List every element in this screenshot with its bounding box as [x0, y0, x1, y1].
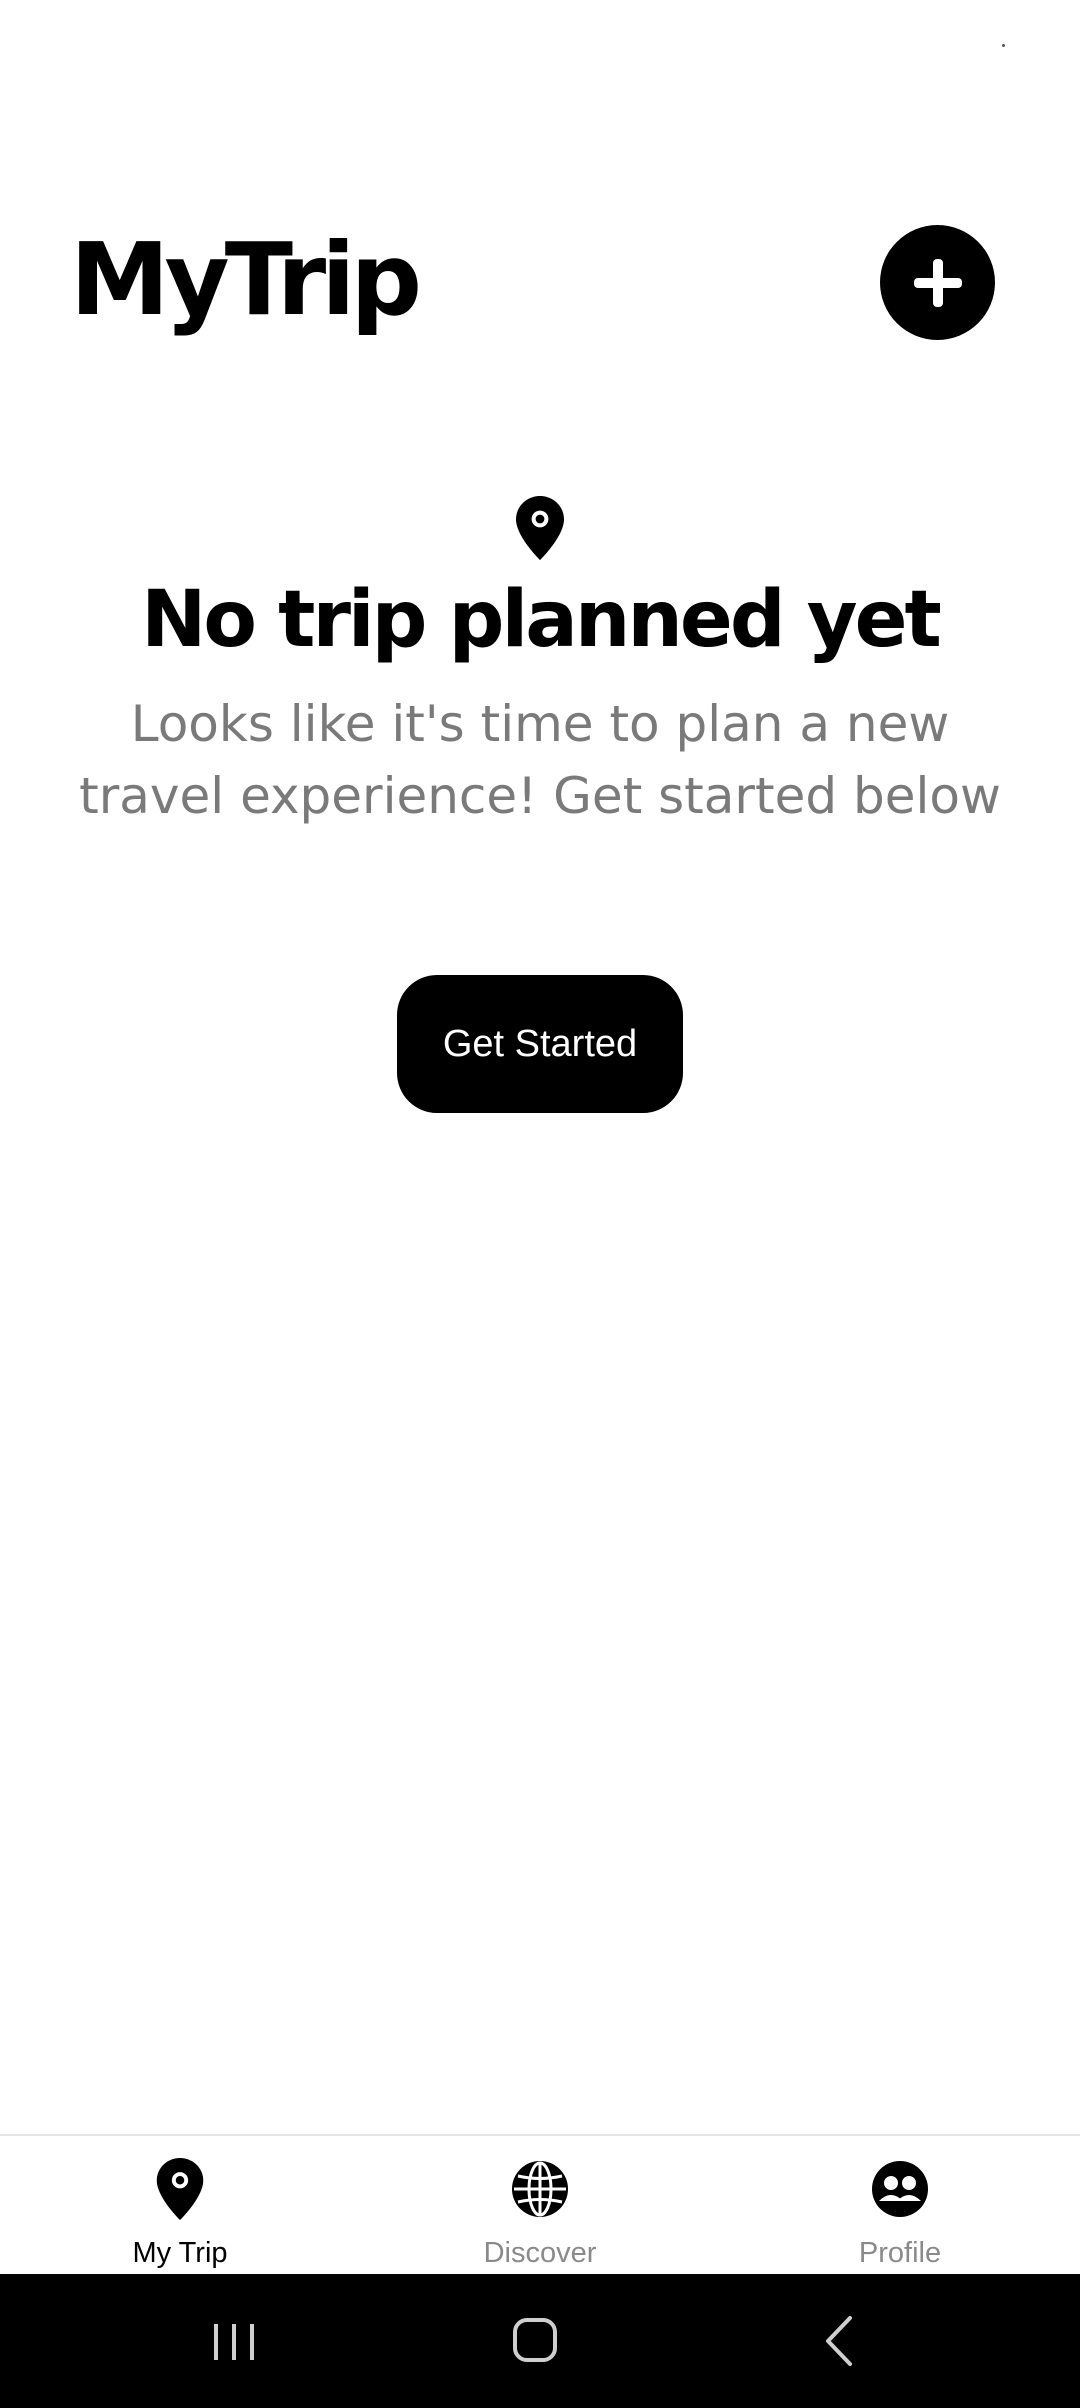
globe-icon: [512, 2161, 568, 2217]
recents-icon[interactable]: [194, 2304, 274, 2378]
plus-icon: [913, 258, 962, 307]
nav-label-my-trip: My Trip: [132, 2237, 228, 2269]
system-navigation-bar: [0, 2274, 1080, 2408]
empty-state-title: No trip planned yet: [141, 575, 942, 665]
home-icon[interactable]: [495, 2304, 575, 2378]
map-pin-icon: [516, 496, 564, 560]
nav-item-profile[interactable]: Profile: [720, 2136, 1080, 2276]
page-title: MyTrip: [70, 221, 422, 338]
nav-label-profile: Profile: [858, 2237, 942, 2269]
status-indicator-dot: [1002, 44, 1005, 47]
map-pin-icon: [156, 2158, 204, 2220]
back-icon[interactable]: [800, 2304, 880, 2378]
status-bar: [0, 0, 1080, 90]
nav-label-discover: Discover: [483, 2237, 597, 2269]
nav-item-my-trip[interactable]: My Trip: [0, 2136, 360, 2276]
bottom-navigation: My Trip Discover Profile: [0, 2134, 1080, 2276]
empty-state-subtitle: Looks like it's time to plan a new trave…: [79, 695, 1001, 825]
get-started-button[interactable]: Get Started: [397, 975, 683, 1113]
add-trip-button[interactable]: [880, 225, 995, 340]
nav-item-discover[interactable]: Discover: [360, 2136, 720, 2276]
people-icon: [872, 2161, 928, 2217]
